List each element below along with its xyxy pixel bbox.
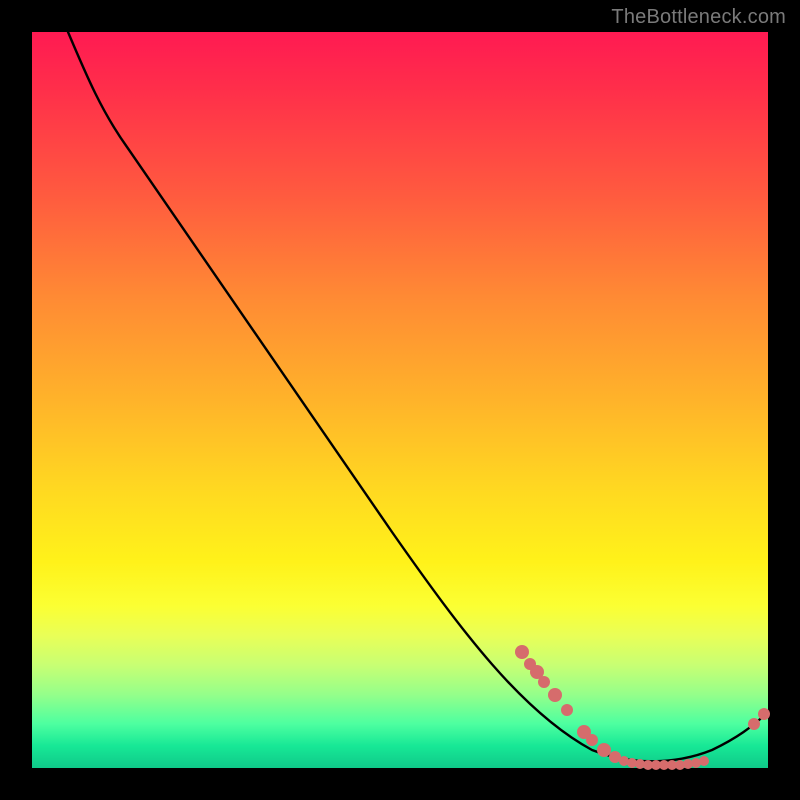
plot-area: [32, 32, 768, 768]
marker-group: [515, 645, 770, 770]
data-marker: [586, 734, 598, 746]
chart-frame: TheBottleneck.com: [0, 0, 800, 800]
chart-svg: [32, 32, 768, 768]
bottleneck-curve: [68, 32, 768, 761]
data-marker: [548, 688, 562, 702]
data-marker: [699, 756, 709, 766]
data-marker: [538, 676, 550, 688]
data-marker: [597, 743, 611, 757]
data-marker: [748, 718, 760, 730]
data-marker: [515, 645, 529, 659]
data-marker: [561, 704, 573, 716]
attribution-text: TheBottleneck.com: [611, 6, 786, 29]
data-marker: [758, 708, 770, 720]
